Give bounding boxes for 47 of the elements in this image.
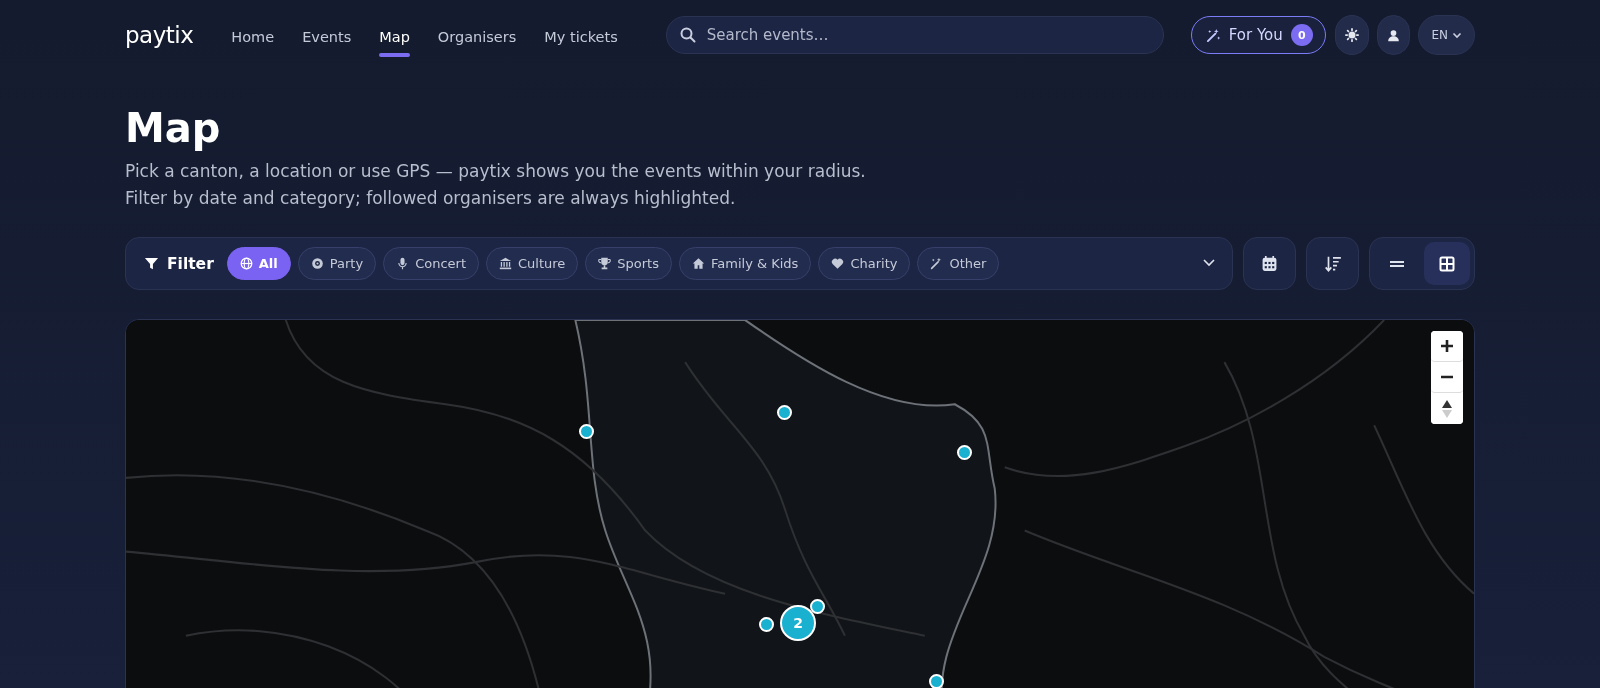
funnel-icon: [144, 256, 159, 271]
paytix-logo[interactable]: paytix: [125, 22, 194, 48]
category-chip[interactable]: Other: [917, 247, 1000, 280]
category-chip[interactable]: Family & Kids: [679, 247, 812, 280]
disc-icon: [310, 257, 324, 270]
magic-wand-icon: [1205, 27, 1221, 43]
nav-link[interactable]: Organisers: [423, 19, 531, 57]
plus-icon: [1440, 339, 1454, 353]
theme-button[interactable]: [1334, 15, 1369, 55]
heart-icon: [831, 257, 845, 270]
trophy-icon: [598, 257, 612, 270]
category-chip[interactable]: Culture: [486, 247, 579, 280]
minus-icon: [1440, 375, 1454, 379]
nav-link[interactable]: Events: [288, 19, 366, 57]
microphone-icon: [396, 257, 410, 270]
category-chip[interactable]: Charity: [818, 247, 911, 280]
nav-link[interactable]: Home: [231, 19, 289, 57]
page-title: Map: [125, 104, 222, 152]
sort-button[interactable]: [1306, 237, 1359, 290]
category-chip[interactable]: Sports: [585, 247, 672, 280]
globe-icon: [239, 257, 253, 270]
grid-view-icon: [1439, 255, 1455, 272]
museum-icon: [499, 257, 512, 270]
view-button[interactable]: [1424, 242, 1470, 285]
zoom-in-button[interactable]: [1431, 331, 1463, 362]
compass-icon: [1442, 399, 1452, 418]
search-field[interactable]: Search events…: [665, 16, 1164, 54]
category-chip[interactable]: All: [226, 247, 291, 280]
nav-link[interactable]: My tickets: [530, 19, 632, 57]
nav-link[interactable]: Map: [365, 19, 424, 57]
filter-label: Filter: [167, 254, 214, 273]
house-icon: [692, 257, 705, 270]
chevron-down-icon: [1452, 30, 1462, 40]
sun-icon: [1344, 28, 1359, 42]
list-view-icon: [1389, 258, 1405, 269]
category-chip[interactable]: Concert: [383, 247, 479, 280]
count-badge: 0: [1290, 24, 1313, 46]
page-description: Filter by date and category; followed organisers are always highlighted.: [125, 187, 737, 210]
page-description: Pick a canton, a location or use GPS — paytix shows you the events within your radius.: [125, 160, 867, 183]
category-chip[interactable]: Party: [297, 247, 377, 280]
language-button[interactable]: EN: [1418, 15, 1475, 55]
account-button[interactable]: [1376, 15, 1411, 55]
user-icon: [1387, 28, 1400, 42]
calendar-icon: [1261, 255, 1278, 272]
for-you-button[interactable]: For You 0: [1190, 16, 1326, 54]
date-button[interactable]: [1243, 237, 1296, 290]
sort-icon: [1323, 254, 1342, 273]
